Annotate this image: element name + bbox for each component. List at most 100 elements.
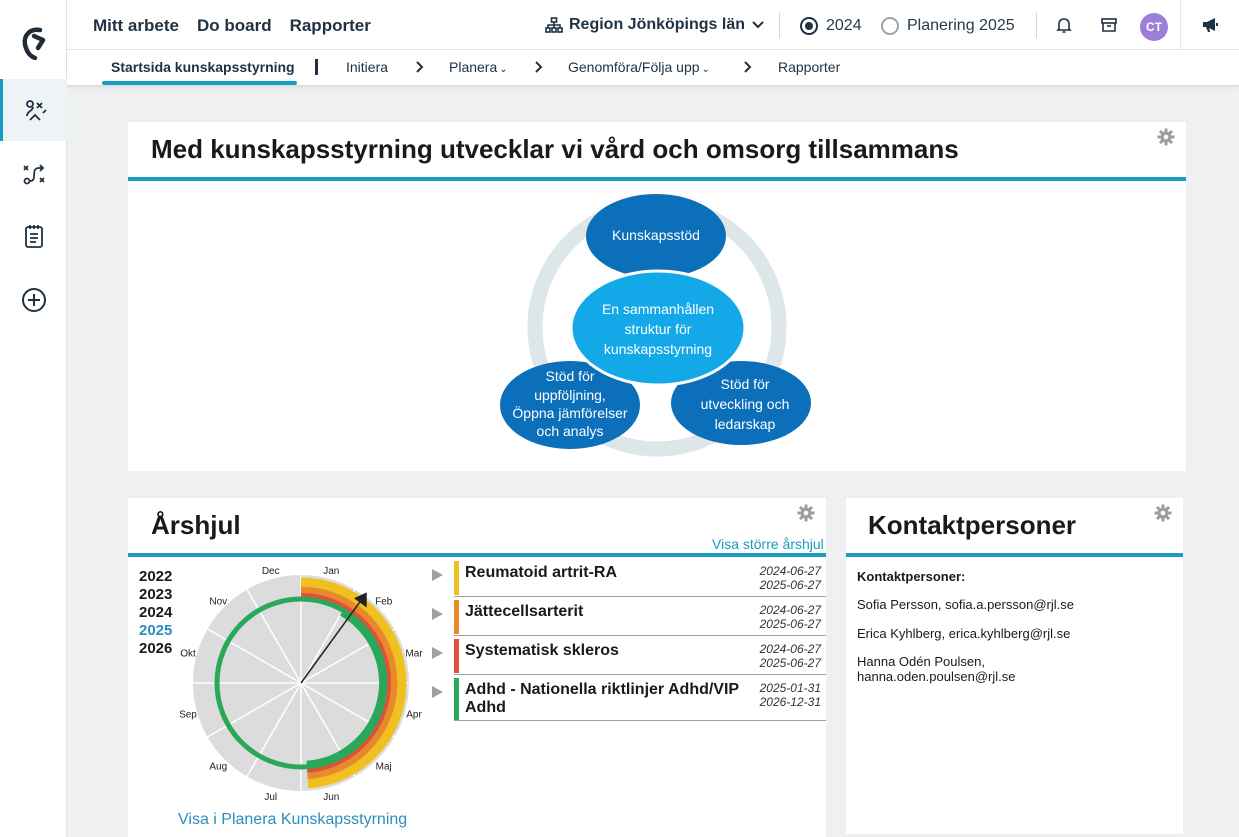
event-start-date: 2024-06-27 (759, 603, 821, 617)
title-underline (846, 553, 1183, 557)
nav-rapporter[interactable]: Rapporter (290, 16, 371, 36)
year-option[interactable]: 2022 (139, 568, 172, 586)
year-option[interactable]: 2023 (139, 586, 172, 604)
arshjul-title: Årshjul (151, 510, 241, 540)
region-selector[interactable]: Region Jönköpings län (545, 16, 765, 34)
diagram-left-line: Stöd för (545, 368, 594, 384)
divider (315, 59, 318, 75)
bell-icon[interactable] (1054, 15, 1074, 35)
event-row[interactable]: Reumatoid artrit-RA 2024-06-27 2025-06-27 (454, 559, 826, 597)
subnav-rapporter[interactable]: Rapporter (778, 59, 840, 75)
wheel-month-label: Jul (264, 792, 277, 803)
diagram-left-line: uppföljning, (534, 387, 606, 403)
wheel-month-label: Sep (179, 709, 197, 720)
contact-person: hanna.oden.poulsen@rjl.se (857, 669, 1016, 684)
event-name: Reumatoid artrit-RA (465, 564, 618, 581)
kunskapsstyrning-diagram: Kunskapsstöd En sammanhållen struktur fö… (500, 194, 811, 457)
chevron-right-icon (416, 61, 424, 73)
rail-documents-button[interactable] (0, 206, 67, 268)
strategy-icon (26, 100, 47, 121)
event-end-date: 2025-06-27 (759, 656, 821, 670)
divider (1036, 12, 1037, 38)
event-name: Systematisk skleros (465, 642, 619, 659)
event-color-bar (454, 639, 459, 673)
event-color-bar (454, 600, 459, 634)
contacts-title: Kontaktpersoner (868, 510, 1077, 540)
subnav-genomfora-label: Genomföra/Följa upp (568, 59, 700, 75)
radio-unselected-icon (881, 17, 899, 35)
clipboard-icon (24, 225, 43, 248)
expand-arrow-icon[interactable] (432, 569, 443, 581)
subnav-initiera[interactable]: Initiera (346, 59, 388, 75)
event-row[interactable]: Systematisk skleros 2024-06-27 2025-06-27 (454, 637, 826, 675)
event-color-bar (454, 561, 459, 595)
wheel-month-label: Feb (375, 596, 393, 607)
diagram-top-text: Kunskapsstöd (612, 227, 700, 243)
rail-routes-button[interactable] (0, 143, 67, 205)
gear-icon[interactable] (797, 504, 815, 522)
subnav-genomfora[interactable]: Genomföra/Följa upp ⌄ (568, 59, 710, 75)
year-option[interactable]: 2024 (139, 604, 172, 622)
rail-kunskapsstyrning-button[interactable] (0, 79, 67, 141)
year-option[interactable]: 2026 (139, 640, 172, 658)
event-end-date: 2026-12-31 (759, 695, 821, 709)
subnav-planera[interactable]: Planera ⌄ (449, 59, 508, 75)
event-end-date: 2025-06-27 (759, 578, 821, 592)
sub-navigation: Startsida kunskapsstyrning Initiera Plan… (67, 50, 1239, 86)
plus-circle-icon (21, 288, 46, 312)
hero-title: Med kunskapsstyrning utvecklar vi vård o… (151, 134, 959, 164)
contact-person: Sofia Persson, sofia.a.persson@rjl.se (857, 597, 1074, 612)
diagram-center-line: kunskapsstyrning (604, 341, 712, 357)
wheel-month-label: Dec (262, 566, 280, 577)
diagram-right-line: utveckling och (701, 396, 790, 412)
event-row[interactable]: Adhd - Nationella riktlinjer Adhd/VIP Ad… (454, 676, 826, 721)
diagram-left-line: Öppna jämförelser (512, 404, 628, 421)
chevron-down-icon (752, 21, 764, 29)
event-row[interactable]: Jättecellsarterit 2024-06-27 2025-06-27 (454, 598, 826, 636)
expand-arrow-icon[interactable] (432, 608, 443, 620)
archive-icon[interactable] (1099, 15, 1119, 35)
event-name: Jättecellsarterit (465, 603, 584, 620)
visa-storre-arshjul-link[interactable]: Visa större årshjul (712, 536, 824, 552)
gear-icon[interactable] (1154, 504, 1172, 522)
megaphone-icon (1203, 18, 1218, 32)
diagram-center-line: En sammanhållen (602, 301, 714, 317)
diagram-right-line: ledarskap (715, 416, 776, 432)
left-rail (0, 0, 67, 837)
diagram-center-line: struktur för (625, 321, 692, 337)
expand-arrow-icon[interactable] (432, 686, 443, 698)
chevron-right-icon (744, 61, 752, 73)
wheel-month-label: Okt (180, 649, 196, 660)
radio-2024[interactable]: 2024 (800, 17, 862, 35)
app-logo[interactable] (18, 24, 50, 60)
region-label: Region Jönköpings län (569, 16, 746, 33)
radio-2024-label: 2024 (826, 17, 862, 34)
visa-i-planera-link[interactable]: Visa i Planera Kunskapsstyrning (178, 811, 407, 829)
user-avatar[interactable]: CT (1140, 13, 1168, 41)
announcement-button[interactable] (1180, 0, 1239, 50)
event-color-bar (454, 678, 459, 720)
title-underline (128, 177, 1186, 181)
expand-arrow-icon[interactable] (432, 647, 443, 659)
arshjul-wheel[interactable]: Jan Feb Mar Apr Maj Jun Jul Aug Sep Okt Nov Dec (170, 556, 432, 812)
event-start-date: 2025-01-31 (759, 681, 821, 695)
subnav-planera-label: Planera (449, 59, 498, 75)
wheel-month-label: Maj (376, 762, 392, 773)
rail-add-button[interactable] (0, 269, 67, 331)
event-start-date: 2024-06-27 (759, 564, 821, 578)
subnav-startsida[interactable]: Startsida kunskapsstyrning (111, 59, 295, 75)
event-name: Adhd - Nationella riktlinjer Adhd/VIP Ad… (465, 681, 739, 716)
gear-icon[interactable] (1157, 128, 1175, 146)
nav-mitt-arbete[interactable]: Mitt arbete (93, 16, 179, 36)
year-option-current[interactable]: 2025 (139, 622, 172, 640)
event-end-date: 2025-06-27 (759, 617, 821, 631)
nav-do-board[interactable]: Do board (197, 16, 272, 36)
diagram-left-line: och analys (537, 423, 604, 439)
radio-planering-2025[interactable]: Planering 2025 (881, 17, 1015, 35)
wheel-month-label: Mar (405, 649, 423, 660)
wheel-month-label: Jan (323, 566, 339, 577)
year-selector: 2022 2023 2024 2025 2026 (139, 568, 172, 658)
event-start-date: 2024-06-27 (759, 642, 821, 656)
chevron-down-icon: ⌄ (701, 64, 710, 75)
active-tab-indicator (102, 81, 297, 85)
